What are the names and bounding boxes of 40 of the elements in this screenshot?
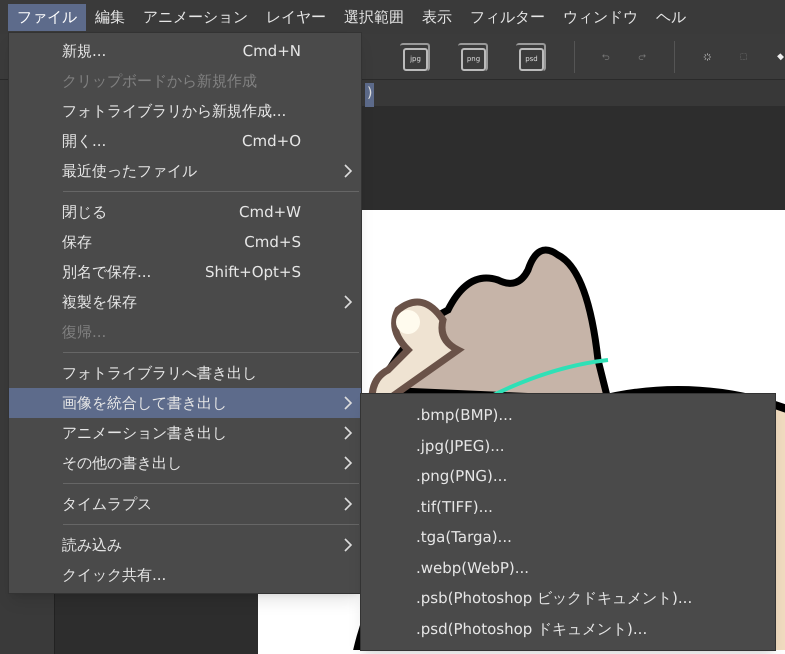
chevron-right-icon (343, 456, 353, 470)
chevron-right-icon (343, 396, 353, 410)
menu-bar-item[interactable]: ファイル (8, 4, 86, 30)
menu-item[interactable]: タイムラプス (9, 489, 361, 519)
menu-item[interactable]: 開く... Cmd+O (9, 126, 361, 156)
chevron-right-icon (343, 497, 353, 511)
menu-item[interactable]: 閉じる Cmd+W (9, 197, 361, 227)
menu-item[interactable]: 別名で保存... Shift+Opt+S (9, 257, 361, 287)
menu-bar-item[interactable]: アニメーション (134, 4, 257, 30)
menu-bar-item[interactable]: レイヤー (257, 4, 335, 30)
menu-item[interactable]: .tga(Targa)... (361, 522, 775, 552)
chevron-right-icon (343, 538, 353, 552)
menu-item[interactable]: .png(PNG)... (361, 461, 775, 492)
menu-item[interactable]: アニメーション書き出し (9, 418, 361, 448)
menu-item[interactable]: その他の書き出し (9, 448, 361, 478)
menu-item[interactable]: 画像を統合して書き出し (9, 388, 361, 418)
menu-item[interactable]: フォトライブラリへ書き出し (9, 358, 361, 388)
menu-bar-item[interactable]: 表示 (413, 4, 461, 30)
menu-bar-item[interactable]: ウィンドウ (554, 4, 647, 30)
menu-item[interactable]: .webp(WebP)... (361, 552, 775, 583)
menu-item[interactable]: .bmp(BMP)... (361, 400, 775, 430)
menu-bar-item[interactable]: フィルター (461, 4, 554, 30)
menu-item[interactable]: 複製を保存 (9, 287, 361, 317)
menu-item[interactable]: .tif(TIFF)... (361, 492, 775, 522)
menu-item[interactable]: 新規... Cmd+N (9, 36, 361, 66)
menu-bar-item[interactable]: 選択範囲 (335, 4, 413, 30)
menu-item[interactable]: 保存 Cmd+S (9, 227, 361, 257)
menu-item[interactable]: .jpg(JPEG)... (361, 430, 775, 461)
menu-item[interactable]: クイック共有... (9, 560, 361, 590)
menu-item[interactable]: 最近使ったファイル (9, 156, 361, 186)
menu-item[interactable]: 読み込み (9, 530, 361, 560)
menu-item[interactable]: .psd(Photoshop ドキュメント)... (361, 614, 775, 644)
chevron-right-icon (343, 295, 353, 309)
chevron-right-icon (343, 426, 353, 440)
menu-bar-item[interactable]: 編集 (86, 4, 134, 30)
document-tab[interactable]: ) (365, 83, 374, 107)
menu-item[interactable]: フォトライブラリから新規作成... (9, 96, 361, 126)
menu-bar-item[interactable]: ヘル (647, 4, 695, 30)
menu-item[interactable]: .psb(Photoshop ビックドキュメント)... (361, 583, 775, 614)
chevron-right-icon (343, 164, 353, 178)
